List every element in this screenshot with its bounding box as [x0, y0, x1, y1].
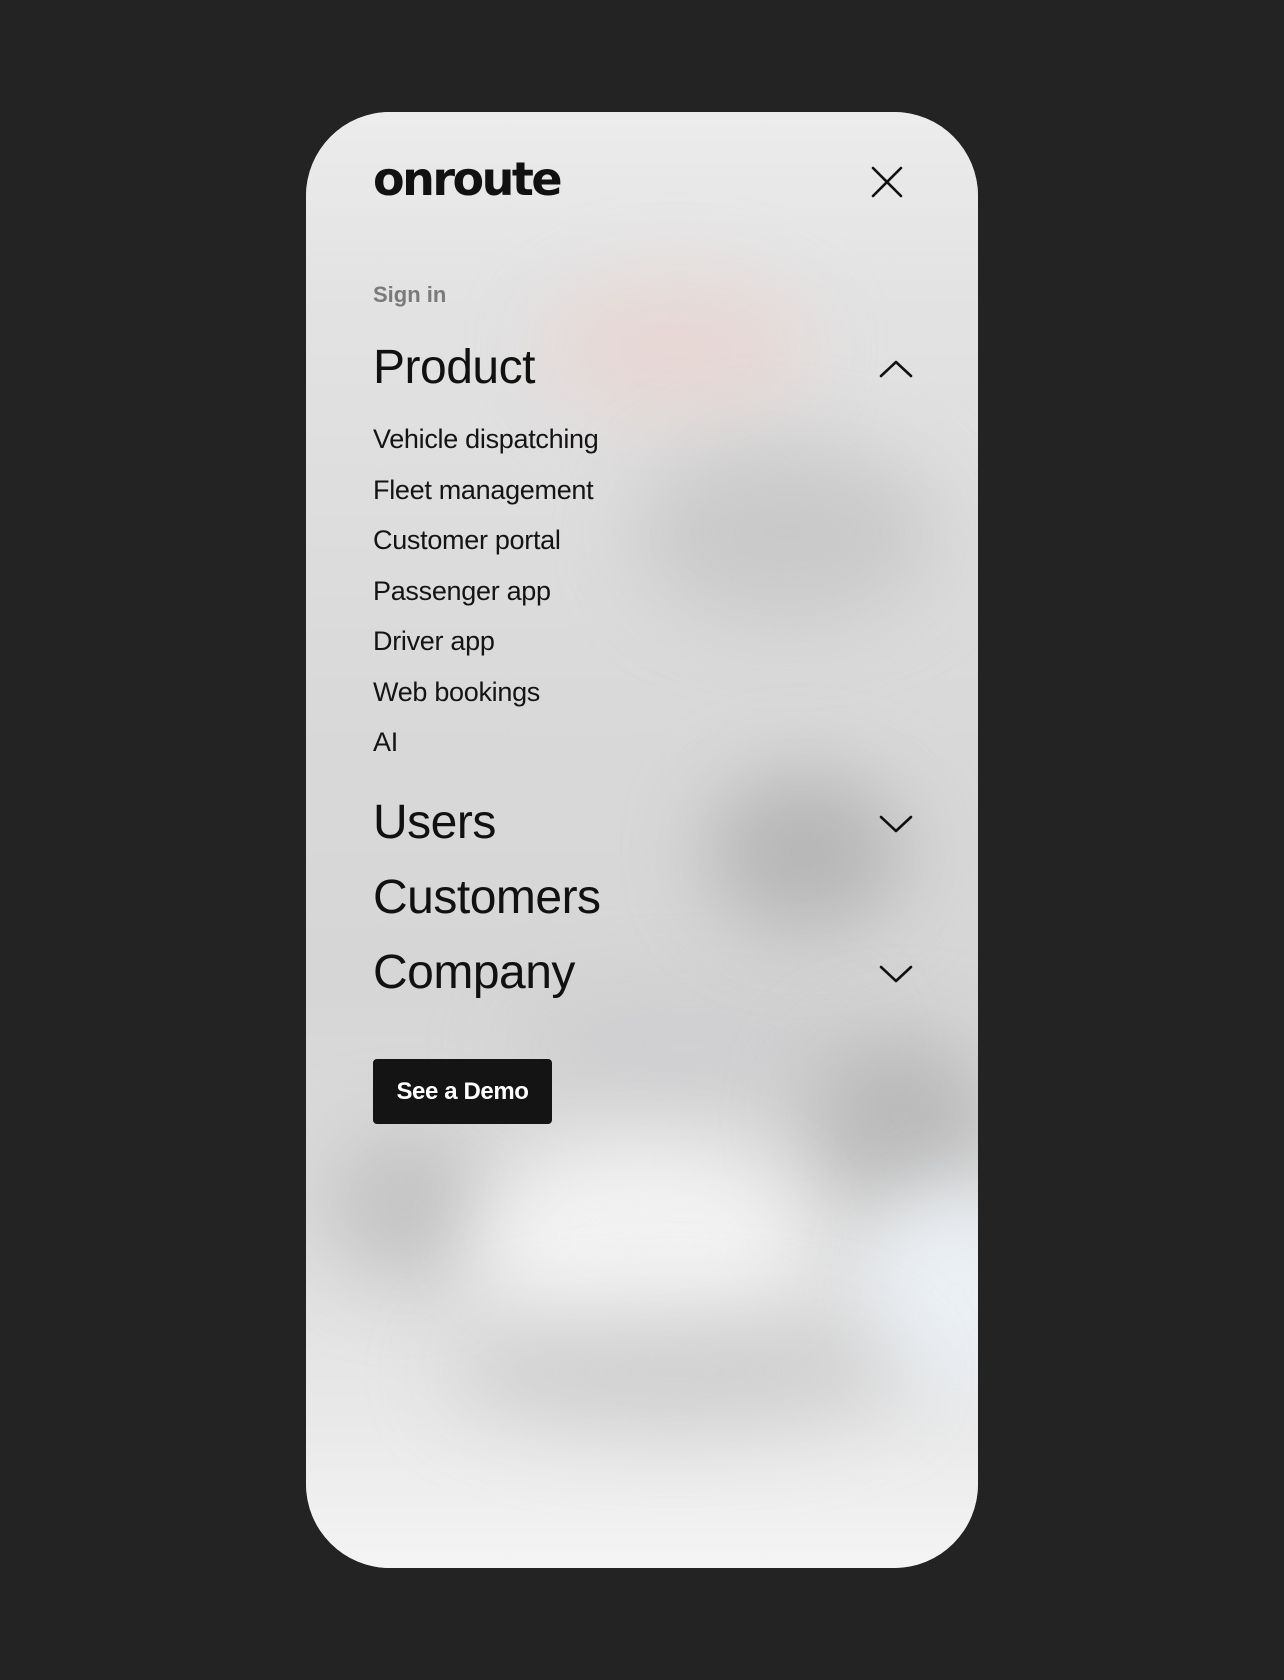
submenu-item-passenger-app[interactable]: Passenger app	[373, 575, 598, 626]
submenu-item-driver-app[interactable]: Driver app	[373, 625, 598, 676]
sign-in-link[interactable]: Sign in	[373, 284, 446, 306]
nav-section-company[interactable]: Company	[373, 943, 913, 1003]
nav-section-label: Customers	[373, 871, 601, 924]
close-icon[interactable]	[870, 165, 904, 199]
see-a-demo-button[interactable]: See a Demo	[373, 1059, 552, 1124]
mobile-menu-panel: onroute Sign in Product Vehicle dispatch…	[306, 112, 978, 1568]
brand-logo[interactable]: onroute	[373, 156, 563, 202]
submenu-item-customer-portal[interactable]: Customer portal	[373, 524, 598, 575]
nav-section-label: Users	[373, 796, 496, 849]
submenu-item-web-bookings[interactable]: Web bookings	[373, 676, 598, 727]
submenu-item-ai[interactable]: AI	[373, 726, 598, 777]
submenu-item-vehicle-dispatching[interactable]: Vehicle dispatching	[373, 423, 599, 474]
nav-section-product[interactable]: Product	[373, 338, 913, 398]
chevron-down-icon[interactable]	[879, 959, 913, 989]
nav-section-label: Company	[373, 946, 575, 999]
product-submenu: Vehicle dispatching Fleet management Cus…	[373, 423, 599, 777]
nav-section-users[interactable]: Users	[373, 793, 913, 853]
nav-section-label: Product	[373, 341, 535, 394]
nav-section-customers[interactable]: Customers	[373, 868, 913, 928]
chevron-down-icon[interactable]	[879, 809, 913, 839]
submenu-item-fleet-management[interactable]: Fleet management	[373, 474, 598, 525]
chevron-up-icon[interactable]	[879, 354, 913, 384]
